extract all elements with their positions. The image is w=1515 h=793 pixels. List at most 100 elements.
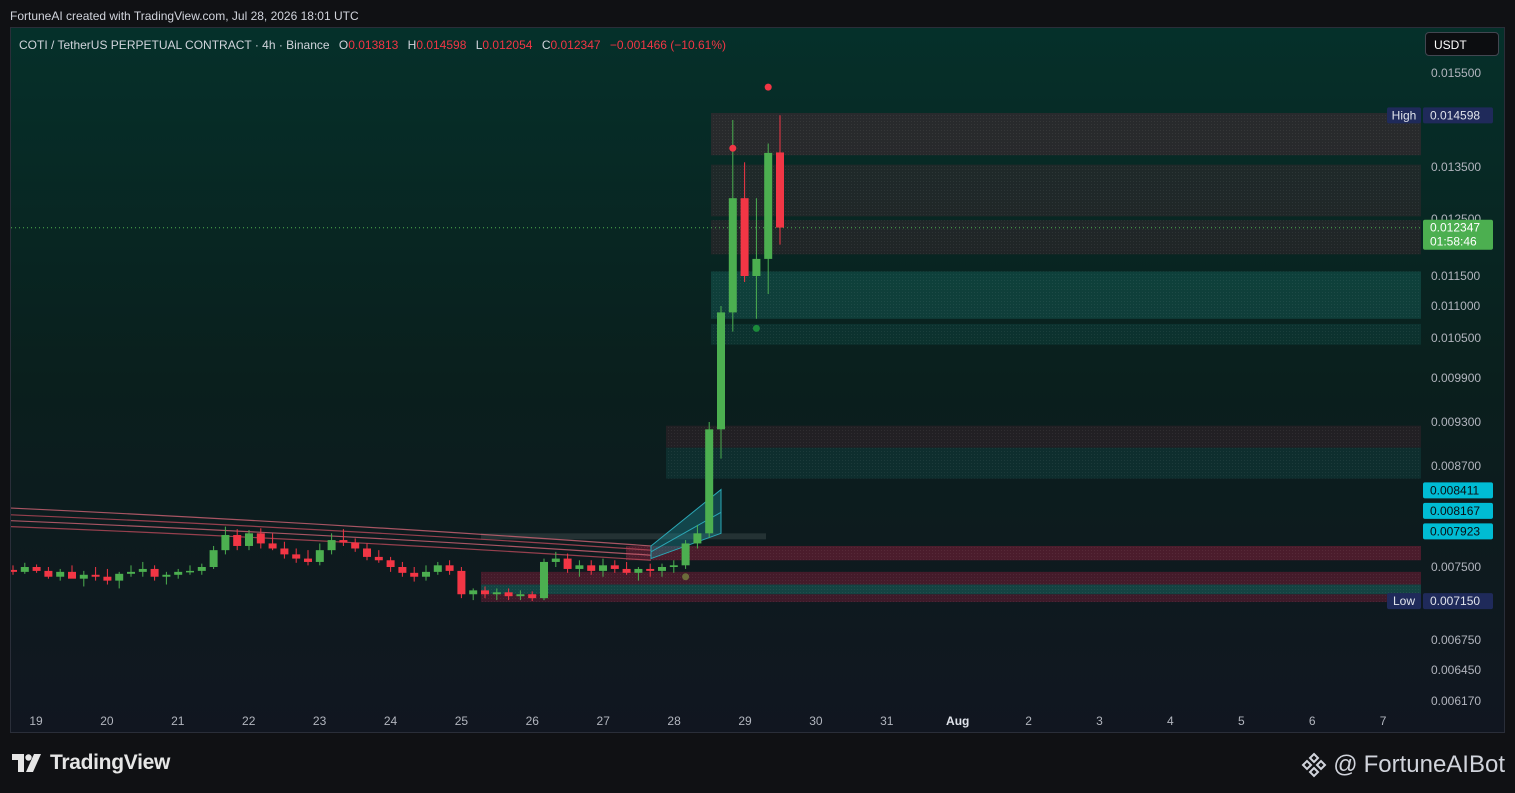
candle-body[interactable]: [103, 576, 112, 581]
candle-body[interactable]: [304, 558, 312, 562]
candle-body[interactable]: [292, 554, 301, 559]
x-tick-label: 29: [738, 714, 752, 728]
y-tick-label: 0.006450: [1431, 663, 1481, 677]
tradingview-logo-text: TradingView: [50, 751, 171, 774]
price-tag-value: 0.007923: [1430, 524, 1480, 538]
candle-body[interactable]: [445, 565, 454, 571]
candle-body[interactable]: [457, 570, 466, 595]
currency-button[interactable]: USDT: [1425, 32, 1499, 56]
open-value: 0.013813: [348, 38, 399, 52]
candle-body[interactable]: [481, 590, 489, 595]
price-tag-label: Low: [1393, 594, 1415, 608]
y-tick-label: 0.006170: [1431, 694, 1481, 708]
candle-body[interactable]: [492, 592, 501, 595]
candle-body[interactable]: [610, 565, 619, 569]
candle-body[interactable]: [233, 535, 242, 546]
candle-body[interactable]: [776, 152, 784, 228]
x-tick-label: 19: [29, 714, 43, 728]
candle-body[interactable]: [575, 565, 584, 569]
candle-body[interactable]: [764, 152, 773, 259]
zone-texture-3: [711, 271, 1421, 319]
candle-body[interactable]: [162, 574, 171, 577]
candle-body[interactable]: [752, 258, 761, 276]
candle-body[interactable]: [386, 560, 395, 567]
candle-body[interactable]: [56, 571, 65, 577]
x-tick-label: 23: [313, 714, 327, 728]
candle-body[interactable]: [91, 574, 100, 577]
candle-body[interactable]: [245, 533, 253, 546]
candle-body[interactable]: [174, 571, 183, 575]
candle-body[interactable]: [44, 570, 53, 577]
candle-body[interactable]: [150, 568, 159, 577]
candle-body[interactable]: [693, 533, 702, 544]
y-tick-label: 0.009300: [1431, 415, 1481, 429]
candle-body[interactable]: [646, 568, 655, 571]
open-label: O: [338, 38, 349, 52]
candle-body[interactable]: [138, 568, 147, 572]
candle-body[interactable]: [563, 558, 572, 569]
candle-body[interactable]: [705, 429, 714, 534]
candle-body[interactable]: [599, 565, 607, 571]
candle-body[interactable]: [315, 550, 324, 562]
price-chart[interactable]: 0.0155000.0135000.0125000.0115000.011000…: [11, 28, 1505, 733]
candle-body[interactable]: [422, 571, 430, 577]
candle-body[interactable]: [32, 567, 41, 571]
candle-body[interactable]: [11, 569, 17, 572]
price-tag-value: 0.007150: [1430, 594, 1480, 608]
author-handle[interactable]: @ FortuneAIBot: [1301, 750, 1505, 780]
candle-body[interactable]: [339, 540, 348, 543]
candle-body[interactable]: [433, 565, 442, 572]
candle-body[interactable]: [68, 571, 76, 579]
candle-body[interactable]: [516, 594, 525, 597]
candle-body[interactable]: [551, 558, 560, 562]
candle-body[interactable]: [374, 556, 383, 561]
y-tick-label: 0.008700: [1431, 459, 1481, 473]
candle-body[interactable]: [327, 540, 336, 551]
candle-body[interactable]: [209, 550, 218, 567]
x-tick-label: 3: [1096, 714, 1103, 728]
x-tick-label: 2: [1025, 714, 1032, 728]
zone-texture-4: [711, 323, 1421, 345]
x-tick-label: 30: [809, 714, 823, 728]
candle-body[interactable]: [351, 542, 360, 549]
chart-frame[interactable]: 0.015500 0.013500 0.012500 0.011500 0.011000…: [10, 27, 1505, 733]
candle-body[interactable]: [728, 198, 737, 313]
candle-body[interactable]: [410, 572, 419, 577]
candle-body[interactable]: [622, 568, 631, 573]
x-tick-label: 4: [1167, 714, 1174, 728]
candle-body[interactable]: [197, 567, 206, 571]
zone-texture-2: [711, 220, 1421, 255]
candle-body[interactable]: [363, 548, 371, 557]
candle-body[interactable]: [528, 594, 537, 599]
signal-marker-top: [764, 83, 772, 91]
candle-body[interactable]: [740, 198, 749, 276]
candle-body[interactable]: [717, 312, 725, 430]
x-tick-label: 20: [100, 714, 114, 728]
candle-body[interactable]: [280, 548, 289, 555]
symbol-title[interactable]: COTI / TetherUS PERPETUAL CONTRACT · 4h …: [19, 38, 330, 52]
candle-body[interactable]: [540, 561, 548, 599]
x-tick-label: 6: [1309, 714, 1316, 728]
candle-body[interactable]: [268, 543, 277, 549]
candle-body[interactable]: [469, 590, 478, 595]
candle-body[interactable]: [681, 543, 690, 566]
candle-body[interactable]: [256, 533, 265, 544]
candle-body[interactable]: [221, 535, 230, 551]
candle-body[interactable]: [504, 592, 513, 597]
price-tag-value: 0.008167: [1430, 504, 1480, 518]
candle-body[interactable]: [669, 565, 678, 567]
candle-body[interactable]: [127, 571, 135, 574]
candle-body[interactable]: [398, 567, 407, 573]
candle-body[interactable]: [20, 567, 29, 572]
candle-body[interactable]: [658, 567, 666, 571]
candle-body[interactable]: [587, 565, 596, 571]
zone-texture-8: [481, 571, 1421, 585]
zone-texture-7: [626, 545, 1421, 561]
candle-body[interactable]: [79, 574, 88, 579]
candle-body[interactable]: [186, 570, 194, 573]
candle-body[interactable]: [115, 573, 124, 581]
candle-body[interactable]: [634, 568, 643, 573]
y-tick-label: 0.006750: [1431, 633, 1481, 647]
x-tick-label: 5: [1238, 714, 1245, 728]
tradingview-logo[interactable]: TradingView: [12, 750, 170, 776]
